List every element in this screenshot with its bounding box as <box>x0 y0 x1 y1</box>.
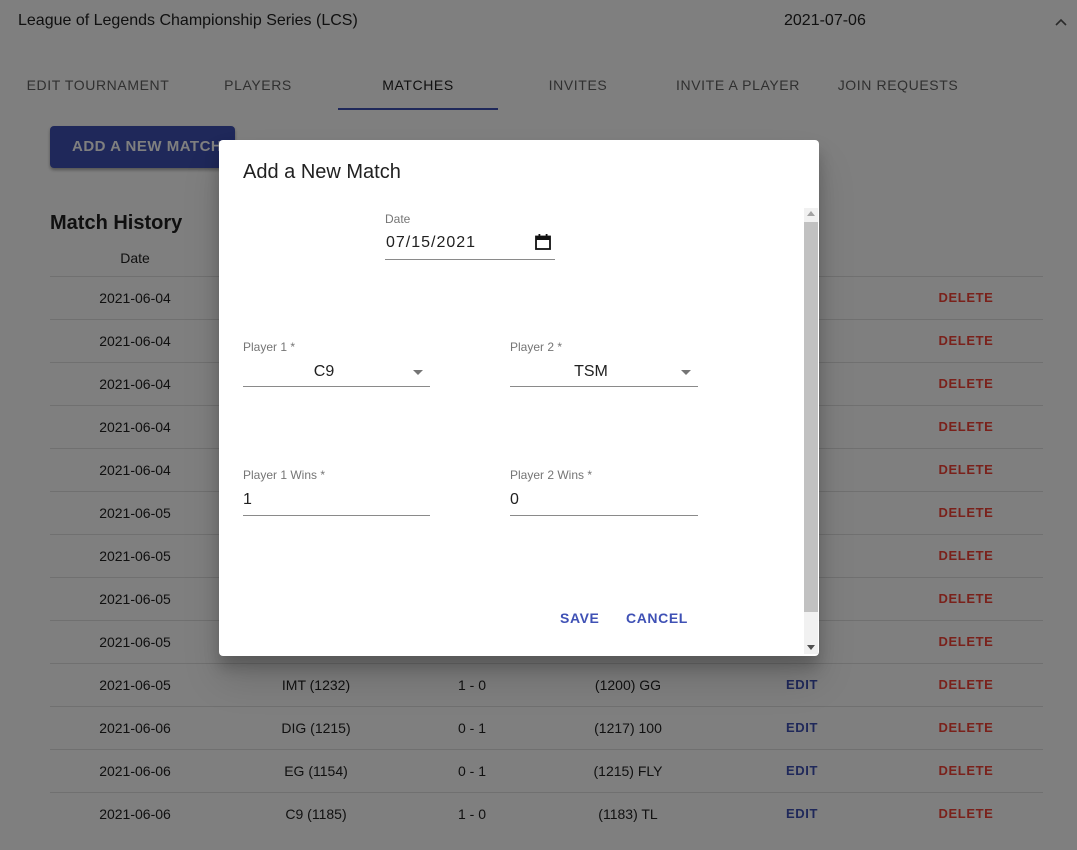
scrollbar-thumb[interactable] <box>804 222 818 612</box>
dropdown-arrow-icon[interactable] <box>413 370 423 375</box>
dialog-scrollbar[interactable] <box>804 208 818 654</box>
date-field[interactable]: 07/15/2021 <box>386 234 476 252</box>
date-field-label: Date <box>385 212 411 226</box>
dropdown-arrow-icon[interactable] <box>681 370 691 375</box>
scroll-down-arrow-icon[interactable] <box>807 645 815 650</box>
player1-wins-underline <box>243 515 430 516</box>
date-field-underline <box>385 259 555 260</box>
player2-select[interactable]: TSM <box>510 363 672 381</box>
player2-wins-input[interactable]: 0 <box>510 491 519 509</box>
player2-wins-label: Player 2 Wins * <box>510 468 593 482</box>
player1-select-label: Player 1 * <box>243 340 296 354</box>
scroll-up-arrow-icon[interactable] <box>807 211 815 216</box>
player1-select-underline <box>243 386 430 387</box>
add-match-dialog: Add a New Match Date 07/15/2021 Player 1… <box>219 140 819 656</box>
player1-wins-input[interactable]: 1 <box>243 491 252 509</box>
calendar-icon[interactable] <box>534 233 552 251</box>
player2-select-underline <box>510 386 698 387</box>
player1-wins-label: Player 1 Wins * <box>243 468 326 482</box>
player1-select[interactable]: C9 <box>243 363 405 381</box>
save-button[interactable]: SAVE <box>560 610 600 626</box>
player2-select-label: Player 2 * <box>510 340 563 354</box>
cancel-button[interactable]: CANCEL <box>626 610 688 626</box>
dialog-title: Add a New Match <box>243 161 401 183</box>
player2-wins-underline <box>510 515 698 516</box>
